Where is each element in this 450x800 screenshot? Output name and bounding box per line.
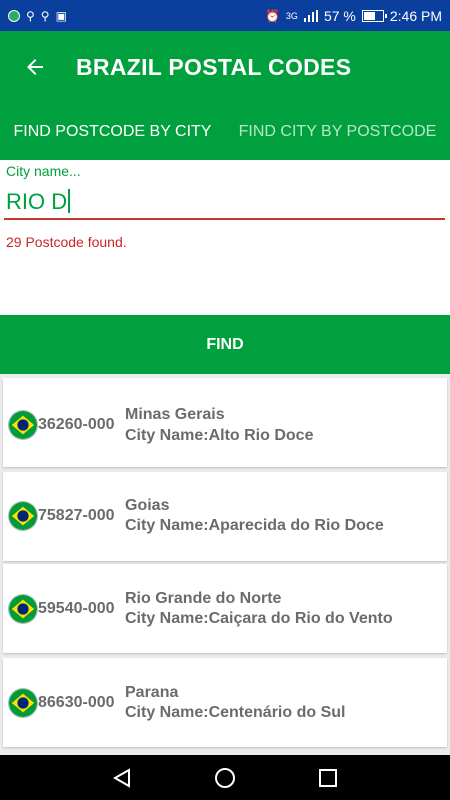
city-name-value: RIO D	[6, 189, 68, 214]
clock: 2:46 PM	[389, 7, 442, 24]
state-name: Parana	[125, 684, 179, 701]
city-name: City Name:Alto Rio Doce	[125, 427, 314, 444]
brazil-flag-icon	[8, 688, 38, 718]
system-navigation-bar	[0, 755, 450, 800]
tab-bar: FIND POSTCODE BY CITY FIND CITY BY POSTC…	[0, 103, 450, 160]
postcode: 86630-000	[38, 694, 115, 711]
postcode: 36260-000	[38, 416, 115, 433]
postcode: 75827-000	[38, 507, 115, 524]
find-button[interactable]: FIND	[0, 315, 450, 374]
screenshot-icon: ▣	[55, 8, 67, 23]
city-name-input[interactable]: RIO D	[6, 189, 71, 215]
battery-icon	[361, 9, 387, 22]
back-triangle-icon[interactable]	[111, 767, 133, 789]
search-form: City name... RIO D 29 Postcode found.	[0, 160, 450, 315]
network-type-label: 3G	[285, 10, 298, 21]
city-name: City Name:Caiçara do Rio do Vento	[125, 610, 393, 627]
state-name: Minas Gerais	[125, 406, 225, 423]
results-list[interactable]: 36260-000 Minas Gerais City Name:Alto Ri…	[0, 374, 450, 755]
list-item[interactable]: 75827-000 Goias City Name:Aparecida do R…	[3, 472, 447, 561]
recents-square-icon[interactable]	[317, 767, 339, 789]
arrow-left-icon	[27, 59, 43, 75]
result-count: 29 Postcode found.	[6, 234, 127, 250]
tab-find-postcode-by-city[interactable]: FIND POSTCODE BY CITY	[0, 103, 225, 160]
alarm-icon: ⏰	[264, 8, 280, 23]
battery-percent: 57 %	[323, 7, 356, 24]
city-name-label: City name...	[6, 163, 81, 179]
list-item[interactable]: 59540-000 Rio Grande do Norte City Name:…	[3, 564, 447, 653]
city-name: City Name:Aparecida do Rio Doce	[125, 517, 384, 534]
brazil-flag-icon	[8, 410, 38, 440]
city-name: City Name:Centenário do Sul	[125, 704, 346, 721]
state-name: Rio Grande do Norte	[125, 590, 282, 607]
list-item[interactable]: 36260-000 Minas Gerais City Name:Alto Ri…	[3, 378, 447, 467]
home-circle-icon[interactable]	[214, 767, 236, 789]
signal-icon	[303, 9, 318, 22]
back-button[interactable]	[0, 31, 70, 103]
brazil-flag-icon	[8, 501, 38, 531]
postcode: 59540-000	[38, 600, 115, 617]
tab-find-city-by-postcode[interactable]: FIND CITY BY POSTCODE	[225, 103, 450, 160]
usb-icon-2: ⚲	[40, 8, 50, 23]
status-bar: ⚲ ⚲ ▣ ⏰ 3G 57 % 2:46 PM	[0, 0, 450, 31]
text-cursor	[68, 189, 71, 213]
notification-app-icon	[8, 9, 20, 22]
list-item[interactable]: 86630-000 Parana City Name:Centenário do…	[3, 658, 447, 747]
input-underline	[4, 218, 445, 220]
brazil-flag-icon	[8, 594, 38, 624]
app-bar: BRAZIL POSTAL CODES	[0, 31, 450, 103]
page-title: BRAZIL POSTAL CODES	[76, 53, 352, 80]
usb-icon: ⚲	[26, 8, 35, 23]
state-name: Goias	[125, 497, 170, 514]
